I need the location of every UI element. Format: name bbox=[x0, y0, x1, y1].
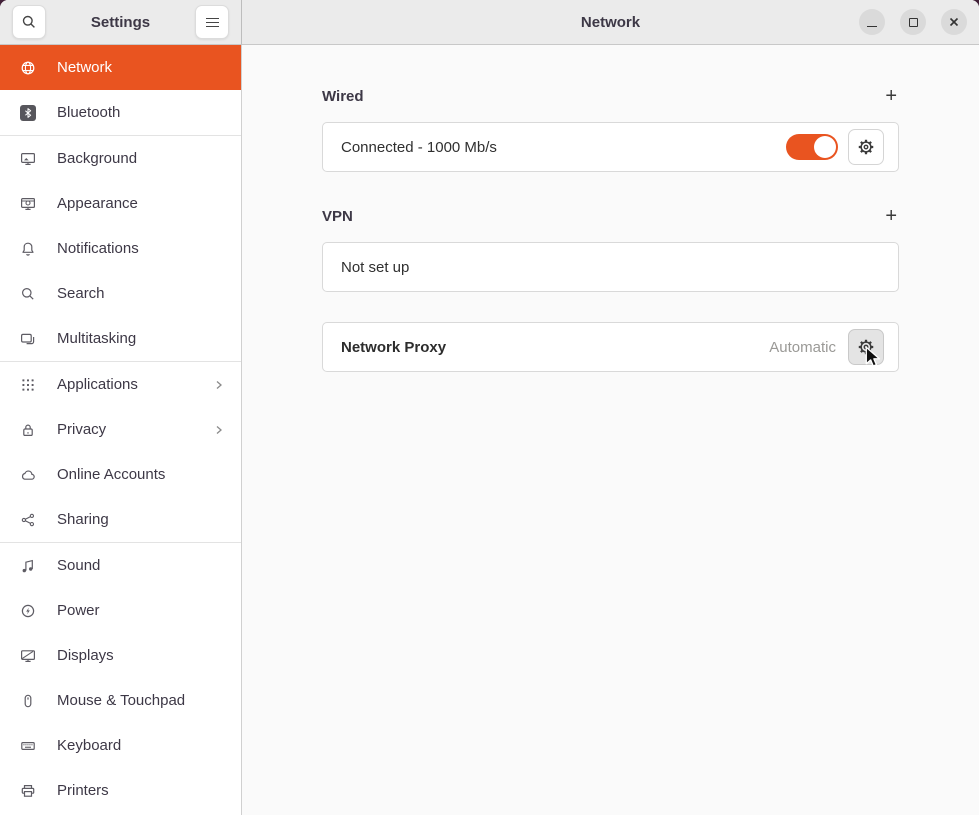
sidebar-item-appearance[interactable]: Appearance bbox=[0, 181, 241, 226]
mouse-icon bbox=[20, 693, 36, 709]
sidebar-item-label: Notifications bbox=[57, 240, 139, 257]
toggle-knob bbox=[814, 136, 836, 158]
sidebar-item-label: Displays bbox=[57, 647, 114, 664]
sidebar-item-sound[interactable]: Sound bbox=[0, 543, 241, 588]
sidebar-item-power[interactable]: Power bbox=[0, 588, 241, 633]
power-icon bbox=[20, 603, 36, 619]
vpn-status-row: Not set up bbox=[322, 242, 899, 292]
wired-connection-row: Connected - 1000 Mb/s bbox=[322, 122, 899, 172]
add-wired-connection-button[interactable]: + bbox=[883, 88, 899, 104]
sidebar: Network Bluetooth bbox=[0, 45, 242, 815]
sidebar-item-label: Sound bbox=[57, 557, 100, 574]
sidebar-item-sharing[interactable]: Sharing bbox=[0, 497, 241, 542]
windows-icon bbox=[20, 331, 36, 347]
sidebar-item-label: Bluetooth bbox=[57, 104, 120, 121]
music-note-icon bbox=[20, 558, 36, 574]
background-monitor-icon bbox=[20, 151, 36, 167]
sidebar-item-keyboard[interactable]: Keyboard bbox=[0, 723, 241, 768]
magnifier-icon bbox=[20, 286, 36, 302]
sidebar-item-label: Printers bbox=[57, 782, 109, 799]
wired-section-header: Wired + bbox=[322, 86, 899, 106]
vpn-status-label: Not set up bbox=[341, 259, 409, 276]
sidebar-item-privacy[interactable]: Privacy bbox=[0, 407, 241, 452]
sidebar-item-search[interactable]: Search bbox=[0, 271, 241, 316]
sidebar-item-label: Multitasking bbox=[57, 330, 136, 347]
sidebar-item-label: Background bbox=[57, 150, 137, 167]
cloud-icon bbox=[20, 467, 36, 483]
sidebar-item-label: Mouse & Touchpad bbox=[57, 692, 185, 709]
search-icon bbox=[21, 14, 37, 30]
wired-section-title: Wired bbox=[322, 88, 364, 105]
minimize-icon bbox=[867, 26, 877, 27]
chevron-right-icon bbox=[211, 422, 227, 438]
chevron-right-icon bbox=[211, 377, 227, 393]
sidebar-item-label: Appearance bbox=[57, 195, 138, 212]
proxy-label: Network Proxy bbox=[341, 339, 446, 356]
maximize-icon bbox=[909, 18, 918, 27]
wired-settings-button[interactable] bbox=[848, 129, 884, 165]
sidebar-item-displays[interactable]: Displays bbox=[0, 633, 241, 678]
proxy-mode-value: Automatic bbox=[769, 339, 836, 356]
sidebar-item-label: Network bbox=[57, 59, 112, 76]
sidebar-item-label: Privacy bbox=[57, 421, 106, 438]
minimize-button[interactable] bbox=[859, 9, 885, 35]
bluetooth-icon bbox=[20, 105, 36, 121]
sidebar-headerbar: Settings bbox=[0, 0, 242, 45]
gear-icon bbox=[856, 137, 876, 157]
window-controls bbox=[859, 9, 967, 35]
sidebar-item-label: Online Accounts bbox=[57, 466, 165, 483]
sidebar-item-background[interactable]: Background bbox=[0, 136, 241, 181]
sidebar-item-label: Keyboard bbox=[57, 737, 121, 754]
add-vpn-button[interactable]: + bbox=[883, 208, 899, 224]
sidebar-item-multitasking[interactable]: Multitasking bbox=[0, 316, 241, 361]
vpn-section-title: VPN bbox=[322, 208, 353, 225]
network-proxy-row: Network Proxy Automatic bbox=[322, 322, 899, 372]
vpn-section-header: VPN + bbox=[322, 206, 899, 226]
primary-menu-button[interactable] bbox=[195, 5, 229, 39]
close-button[interactable] bbox=[941, 9, 967, 35]
content-headerbar: Network bbox=[242, 0, 979, 45]
display-icon bbox=[20, 648, 36, 664]
sidebar-item-applications[interactable]: Applications bbox=[0, 362, 241, 407]
network-panel: Wired + Connected - 1000 Mb/s bbox=[242, 45, 979, 815]
wired-status-label: Connected - 1000 Mb/s bbox=[341, 139, 497, 156]
keyboard-icon bbox=[20, 738, 36, 754]
wired-toggle[interactable] bbox=[786, 134, 838, 160]
share-icon bbox=[20, 512, 36, 528]
appearance-icon bbox=[20, 196, 36, 212]
maximize-button[interactable] bbox=[900, 9, 926, 35]
lock-icon bbox=[20, 422, 36, 438]
sidebar-item-online-accounts[interactable]: Online Accounts bbox=[0, 452, 241, 497]
sidebar-item-network[interactable]: Network bbox=[0, 45, 241, 90]
proxy-settings-button[interactable] bbox=[848, 329, 884, 365]
sidebar-item-label: Power bbox=[57, 602, 100, 619]
sidebar-item-label: Search bbox=[57, 285, 105, 302]
app-grid-icon bbox=[20, 377, 36, 393]
sidebar-item-bluetooth[interactable]: Bluetooth bbox=[0, 90, 241, 135]
sidebar-item-label: Sharing bbox=[57, 511, 109, 528]
sidebar-item-notifications[interactable]: Notifications bbox=[0, 226, 241, 271]
gear-icon bbox=[856, 337, 876, 357]
close-icon bbox=[947, 15, 961, 29]
settings-window: Settings Network bbox=[0, 0, 979, 815]
hamburger-icon bbox=[206, 18, 219, 27]
printer-icon bbox=[20, 783, 36, 799]
sidebar-item-mouse-touchpad[interactable]: Mouse & Touchpad bbox=[0, 678, 241, 723]
sidebar-item-label: Applications bbox=[57, 376, 138, 393]
globe-icon bbox=[20, 60, 36, 76]
bell-icon bbox=[20, 241, 36, 257]
sidebar-item-printers[interactable]: Printers bbox=[0, 768, 241, 813]
search-button[interactable] bbox=[12, 5, 46, 39]
